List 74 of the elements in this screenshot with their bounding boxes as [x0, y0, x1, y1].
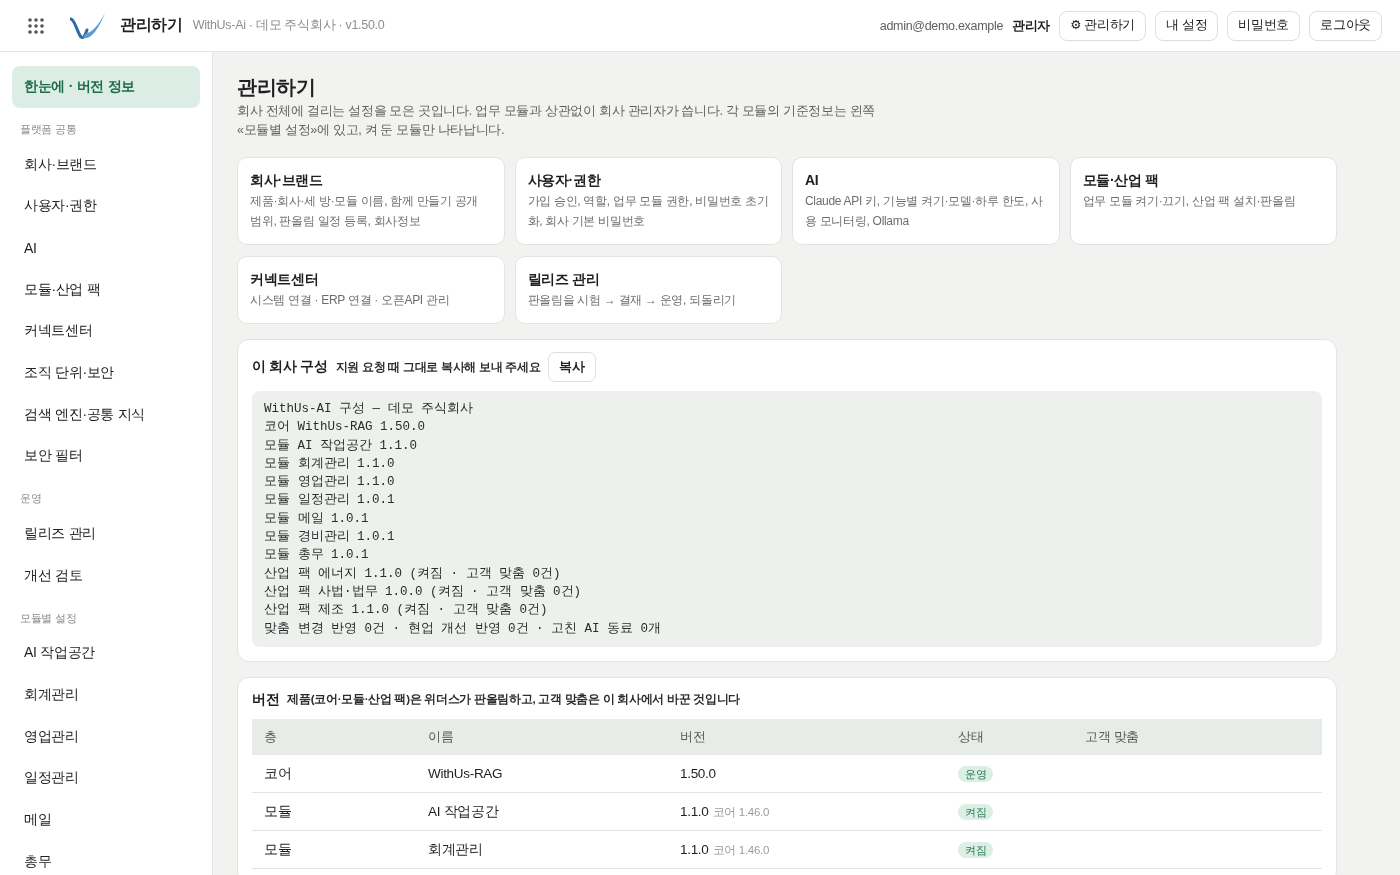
settings-card[interactable]: 사용자·권한 가입 승인, 역할, 업무 모듈 권한, 비밀번호 초기화, 회사 기본 비밀번호: [514, 157, 782, 245]
settings-card[interactable]: 릴리즈 관리 판올림을 시험 → 결재 → 운영, 되돌리기: [514, 256, 782, 324]
card-description: Claude API 키, 기능별 켜기·모델·하루 한도, 사용 모니터링, Ollama: [805, 193, 1044, 230]
status-badge: 켜짐: [958, 841, 994, 858]
sidebar-item[interactable]: 개선 검토: [12, 554, 200, 597]
column-header: 층: [252, 718, 416, 755]
card-description: 제품·회사·세 방·모듈 이름, 함께 만들기 공개 범위, 판올림 일정 등록, 회사정보: [250, 193, 480, 230]
sidebar-item[interactable]: 사용자·권한: [12, 185, 200, 228]
sidebar-section-heading: 운영: [19, 491, 43, 507]
header-button[interactable]: 내 설정: [1155, 10, 1219, 41]
column-header: 상태: [946, 718, 1073, 755]
panel-title: 이 회사 구성: [252, 358, 328, 376]
card-title: AI: [805, 171, 820, 189]
sidebar-item[interactable]: 회계관리: [12, 674, 200, 716]
version-text: 1.50.0: [680, 766, 716, 782]
settings-card[interactable]: 회사·브랜드 제품·회사·세 방·모듈 이름, 함께 만들기 공개 범위, 판올림 일정 등록, 회사정보: [237, 157, 505, 245]
sidebar-item[interactable]: 모듈·산업 팩: [12, 268, 200, 311]
sidebar-item[interactable]: 보안 필터: [12, 435, 200, 478]
table-cell: AI 작업공간: [416, 792, 668, 831]
sidebar-item[interactable]: 회사·브랜드: [12, 143, 200, 186]
card-description: 시스템 연결 · ERP 연결 · 오픈API 관리: [250, 292, 451, 309]
app-title: 관리하기: [120, 15, 183, 35]
version-text: 1.1.0: [680, 803, 709, 819]
card-description: 업무 모듈 켜기·끄기, 산업 팩 설치·판올림: [1082, 193, 1297, 210]
sidebar-item[interactable]: 총무: [12, 841, 200, 875]
sidebar-item[interactable]: AI 작업공간: [12, 632, 200, 675]
panel-hint: 지원 요청 때 그대로 복사해 보내 주세요: [335, 359, 541, 375]
header-button[interactable]: ⚙ 관리하기: [1059, 10, 1147, 41]
table-cell: 모듈: [252, 792, 416, 831]
app-subtitle: WithUs-Ai · 데모 주식회사 · v1.50.0: [192, 17, 385, 34]
card-title: 커넥트센터: [250, 270, 320, 288]
config-text-block: WithUs-AI 구성 — 데모 주식회사 코어 WithUs-RAG 1.50.0 모듈 AI 작업공간 1.1.0 모듈 회계관리 1.1.0 모듈 영업관리 1.1.0 모듈 일정관리 1.0.1 모듈 메일 1.0.1 모듈 경비관리 1.0.1 모듈 총무 1.0.1 산업 팩 에너지 1.1.0 (켜짐 · 고객 맞춤 0건) 산업 팩 사법·법무 1.0.0 (켜짐 · 고객 맞춤 0건) 산업 팩 제조 1.1.0 (켜짐 · 고객 맞춤 0건) 맞춤 변경 반영 0건 · 현업 개선 반영 0건 · 고친 AI 동료 0개: [252, 391, 1322, 647]
table-cell: 모듈: [252, 830, 416, 869]
card-title: 사용자·권한: [527, 171, 602, 189]
app-grid-icon[interactable]: [28, 17, 44, 34]
card-description: 가입 승인, 역할, 업무 모듈 권한, 비밀번호 초기화, 회사 기본 비밀번호: [527, 193, 769, 230]
settings-card[interactable]: 모듈·산업 팩 업무 모듈 켜기·끄기, 산업 팩 설치·판올림: [1069, 157, 1337, 245]
card-title: 회사·브랜드: [250, 171, 324, 189]
core-requirement-note: 코어 1.46.0: [712, 843, 769, 856]
table-cell: 회계관리: [416, 830, 668, 869]
panel-hint: 제품(코어·모듈·산업 팩)은 위더스가 판올림하고, 고객 맞춤은 이 회사에서 바꾼 것입니다: [287, 692, 740, 708]
header-button[interactable]: 로그아웃: [1309, 10, 1382, 41]
column-header: 버전: [668, 718, 946, 755]
page-description: 회사 전체에 걸리는 설정을 모은 곳입니다. 업무 모듈과 상관없이 회사 관리자가 씁니다. 각 모듈의 기준정보는 왼쪽 «모듈별 설정»에 있고, 켜 둔 모듈만 나타납니다.: [237, 103, 877, 139]
core-requirement-note: 코어 1.46.0: [712, 805, 769, 818]
column-header: 고객 맞춤: [1073, 718, 1322, 755]
sidebar-item[interactable]: 일정관리: [12, 757, 200, 800]
sidebar-item[interactable]: 영업관리: [12, 715, 200, 758]
sidebar-section-heading: 플랫폼 공통: [19, 121, 78, 137]
page-title: 관리하기: [237, 75, 317, 100]
copy-button[interactable]: 복사: [548, 352, 597, 382]
sidebar-item[interactable]: 메일: [12, 799, 200, 841]
user-email: admin@demo.example: [879, 18, 1004, 33]
status-badge: 켜짐: [958, 803, 994, 820]
sidebar-item[interactable]: AI: [12, 227, 200, 269]
settings-card[interactable]: AI Claude API 키, 기능별 켜기·모델·하루 한도, 사용 모니터링, Ollama: [792, 157, 1060, 245]
table-cell: WithUs-RAG: [416, 754, 668, 793]
sidebar-item[interactable]: 커넥트센터: [12, 310, 200, 353]
sidebar-section-heading: 모듈별 설정: [19, 610, 78, 626]
status-badge: 운영: [958, 765, 994, 782]
user-role: 관리자: [1012, 16, 1051, 35]
settings-card[interactable]: 커넥트센터 시스템 연결 · ERP 연결 · 오픈API 관리: [237, 256, 505, 324]
sidebar-item[interactable]: 한눈에 · 버전 정보: [12, 66, 200, 108]
sidebar-item[interactable]: 조직 단위·보안: [12, 352, 200, 394]
column-header: 이름: [416, 718, 668, 755]
version-text: 1.1.0: [680, 841, 709, 857]
card-title: 모듈·산업 팩: [1082, 171, 1160, 189]
table-cell: 코어: [252, 754, 416, 793]
card-description: 판올림을 시험 → 결재 → 운영, 되돌리기: [527, 292, 737, 309]
panel-title: 버전: [252, 690, 280, 709]
sidebar-item[interactable]: 릴리즈 관리: [12, 513, 200, 555]
header-button[interactable]: 비밀번호: [1227, 10, 1301, 41]
card-title: 릴리즈 관리: [527, 270, 601, 288]
sidebar-item[interactable]: 검색 엔진·공통 지식: [12, 393, 200, 436]
